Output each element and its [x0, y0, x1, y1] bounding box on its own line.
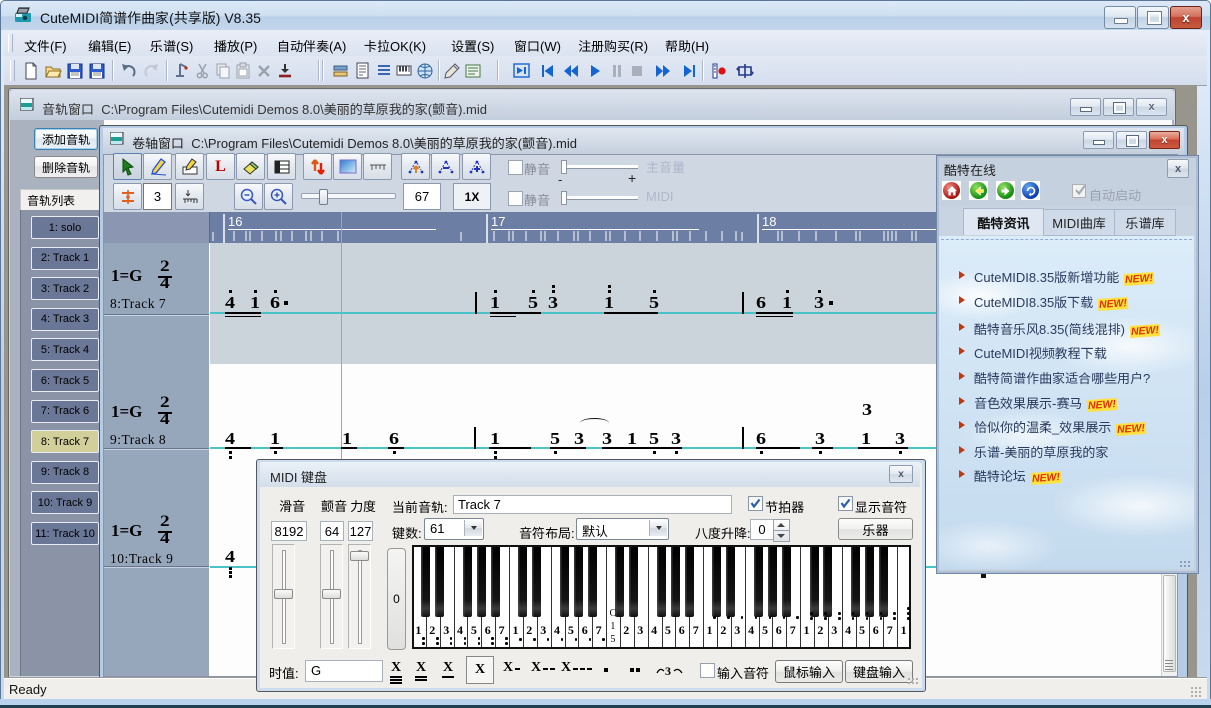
svg-text:3: 3 [665, 664, 671, 678]
svg-text:18: 18 [762, 214, 776, 229]
svg-text:17: 17 [491, 214, 505, 229]
svg-text:16: 16 [228, 214, 242, 229]
